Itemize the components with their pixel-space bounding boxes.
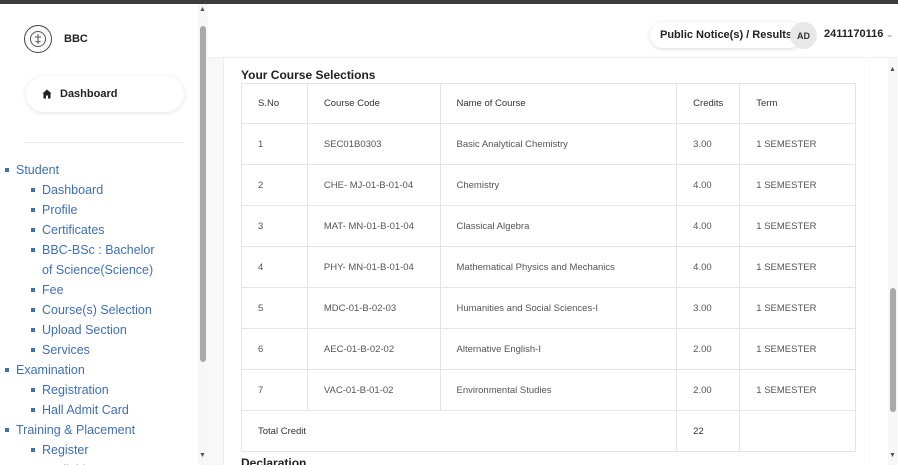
scroll-up-arrow-icon[interactable]: ▲ — [889, 66, 896, 73]
sidebar-divider — [24, 142, 184, 143]
cell-course-name: Basic Analytical Chemistry — [439, 123, 678, 165]
main-scrollbar[interactable]: ▲ ▼ — [870, 58, 898, 465]
brand-name: BBC — [64, 33, 88, 45]
sidebar-scroll-thumb[interactable] — [200, 26, 206, 362]
public-notice-button[interactable]: Public Notice(s) / Results — [650, 22, 803, 48]
cell-term: 1 SEMESTER — [739, 287, 856, 329]
scroll-up-arrow-icon[interactable]: ▲ — [199, 6, 206, 13]
cell-term: 1 SEMESTER — [739, 328, 856, 370]
cell-credits: 3.00 — [676, 123, 741, 165]
home-icon — [42, 89, 52, 99]
sidebar-item[interactable]: Examination — [0, 360, 198, 380]
table-row: 7 VAC-01-B-01-02 Environmental Studies 2.00… — [241, 369, 856, 411]
sidebar-item[interactable]: BBC-BSc : Bachelor — [0, 240, 198, 260]
top-header: Public Notice(s) / Results AD 2411170116… — [208, 4, 898, 58]
cell-course-name: Alternative English-I — [439, 328, 678, 370]
scroll-down-arrow-icon[interactable]: ▼ — [199, 452, 206, 459]
cell-credits: 4.00 — [676, 205, 741, 247]
cell-course-name: Mathematical Physics and Mechanics — [439, 246, 678, 288]
chevron-down-icon[interactable]: ⌄ — [886, 29, 894, 40]
column-header-course-name: Name of Course — [439, 83, 678, 124]
cell-credits: 4.00 — [676, 164, 741, 206]
cell-sno: 3 — [241, 205, 308, 247]
cell-sno: 2 — [241, 164, 308, 206]
cell-credits: 3.00 — [676, 287, 741, 329]
cell-term: 1 SEMESTER — [739, 123, 856, 165]
dashboard-label: Dashboard — [60, 88, 118, 100]
total-row: Total Credit 22 — [240, 410, 856, 452]
course-table-wrap: S.No Course Code Name of Course Credits … — [240, 83, 856, 452]
course-selection-card: Your Course Selections S.No Course Code … — [223, 58, 869, 465]
sidebar-item[interactable]: Course(s) Selection — [0, 300, 198, 320]
column-header-credits: Credits — [676, 83, 741, 124]
avatar[interactable]: AD — [790, 22, 817, 49]
sidebar-item[interactable]: Register — [0, 440, 198, 460]
table-row: 5 MDC-01-B-02-03 Humanities and Social Sci… — [241, 287, 856, 329]
cell-course-code: CHE- MJ-01-B-01-04 — [306, 164, 441, 206]
total-credit-value: 22 — [676, 410, 741, 452]
sidebar-scrollbar[interactable]: ▲ ▼ — [198, 4, 208, 465]
sidebar-item[interactable]: Fee — [0, 280, 198, 300]
cell-sno: 6 — [241, 328, 308, 370]
brand[interactable]: BBC — [24, 24, 88, 54]
cell-sno: 5 — [241, 287, 308, 329]
sidebar-item[interactable]: Hall Admit Card — [0, 400, 198, 420]
column-header-sno: S.No — [241, 83, 308, 124]
dashboard-button[interactable]: Dashboard — [26, 76, 184, 112]
cell-sno: 7 — [241, 369, 308, 411]
sidebar-item[interactable]: Available Sessons — [0, 460, 198, 465]
table-row: 6 AEC-01-B-02-02 Alternative English-I 2.00… — [241, 328, 856, 370]
cell-term: 1 SEMESTER — [739, 205, 856, 247]
emblem-icon — [24, 25, 52, 53]
cell-course-name: Environmental Studies — [439, 369, 678, 411]
sidebar-item[interactable]: of Science(Science) — [0, 260, 198, 280]
table-row: 2 CHE- MJ-01-B-01-04 Chemistry 4.00 1 SEMEST… — [241, 164, 856, 206]
cell-credits: 4.00 — [676, 246, 741, 288]
cell-course-code: VAC-01-B-01-02 — [306, 369, 441, 411]
sidebar-nav-tree: Student Dashboard Profile Certificates BBC-B… — [0, 160, 198, 465]
scroll-down-arrow-icon[interactable]: ▼ — [889, 452, 896, 459]
total-credit-label: Total Credit — [240, 410, 678, 452]
cell-course-code: SEC01B0303 — [306, 123, 441, 165]
table-header-row: S.No Course Code Name of Course Credits … — [241, 83, 856, 124]
table-row: 1 SEC01B0303 Basic Analytical Chemistry 3.0… — [241, 123, 856, 165]
column-header-course-code: Course Code — [306, 83, 441, 124]
sidebar-item[interactable]: Training & Placement — [0, 420, 198, 440]
main-content: Your Course Selections S.No Course Code … — [208, 58, 870, 465]
cell-course-name: Humanities and Social Sciences-I — [439, 287, 678, 329]
sidebar-item[interactable]: Dashboard — [0, 180, 198, 200]
sidebar: BBC Dashboard Student Dashboard Profile Cer… — [0, 4, 198, 465]
declaration-title: Declaration — [241, 456, 307, 465]
sidebar-item[interactable]: Registration — [0, 380, 198, 400]
course-table: S.No Course Code Name of Course Credits … — [240, 83, 856, 452]
cell-course-name: Chemistry — [439, 164, 678, 206]
sidebar-item[interactable]: Student — [0, 160, 198, 180]
sidebar-item[interactable]: Profile — [0, 200, 198, 220]
main-scroll-thumb[interactable] — [890, 288, 896, 412]
section-title: Your Course Selections — [241, 68, 376, 82]
cell-sno: 4 — [241, 246, 308, 288]
cell-credits: 2.00 — [676, 328, 741, 370]
cell-course-code: PHY- MN-01-B-01-04 — [306, 246, 441, 288]
sidebar-item[interactable]: Certificates — [0, 220, 198, 240]
cell-sno: 1 — [241, 123, 308, 165]
table-row: 4 PHY- MN-01-B-01-04 Mathematical Physics … — [241, 246, 856, 288]
cell-term: 1 SEMESTER — [739, 246, 856, 288]
user-id[interactable]: 2411170116 — [824, 28, 883, 40]
cell-course-name: Classical Algebra — [439, 205, 678, 247]
cell-term: 1 SEMESTER — [739, 369, 856, 411]
table-row: 3 MAT- MN-01-B-01-04 Classical Algebra 4.00… — [241, 205, 856, 247]
cell-credits: 2.00 — [676, 369, 741, 411]
sidebar-item[interactable]: Services — [0, 340, 198, 360]
sidebar-item[interactable]: Upload Section — [0, 320, 198, 340]
total-row-empty-cell — [739, 410, 856, 452]
cell-course-code: AEC-01-B-02-02 — [306, 328, 441, 370]
cell-course-code: MAT- MN-01-B-01-04 — [306, 205, 441, 247]
column-header-term: Term — [739, 83, 856, 124]
cell-term: 1 SEMESTER — [739, 164, 856, 206]
cell-course-code: MDC-01-B-02-03 — [306, 287, 441, 329]
